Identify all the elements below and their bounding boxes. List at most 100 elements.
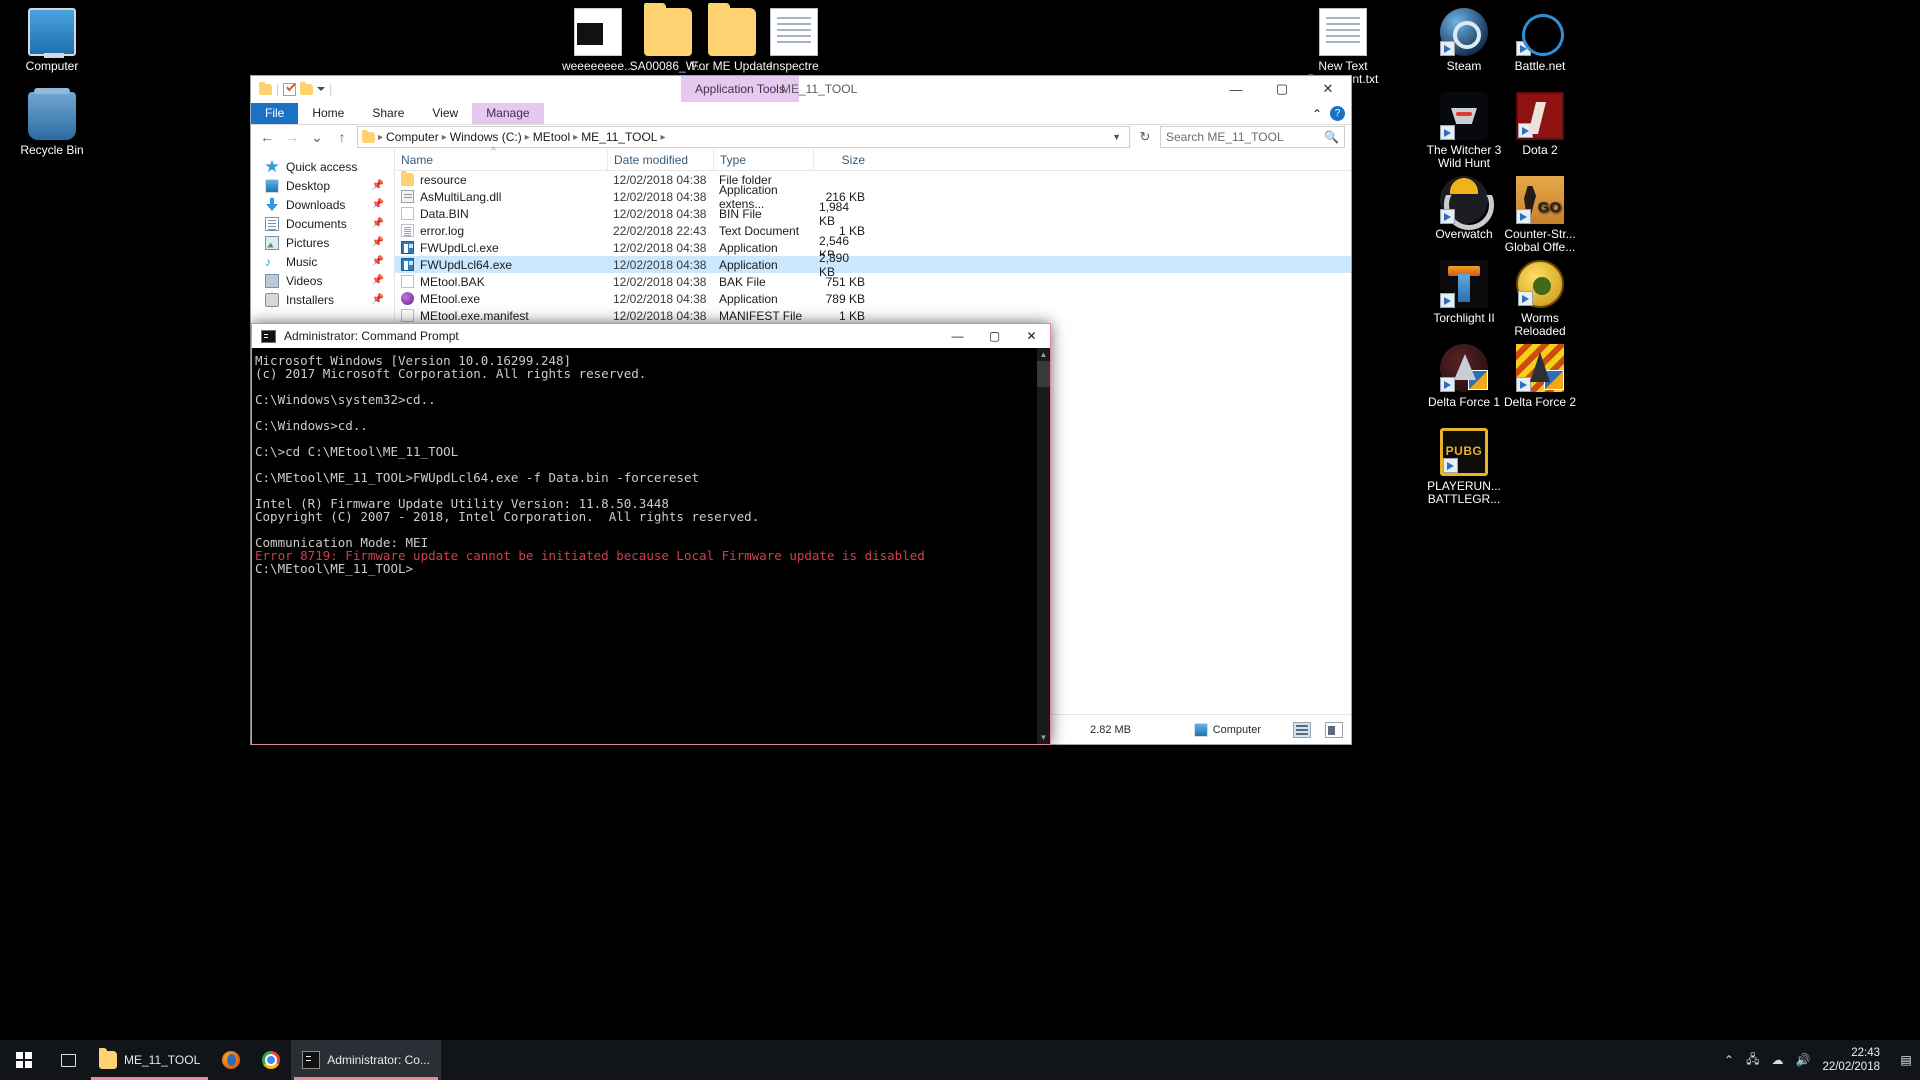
maximize-button[interactable]: ▢ [1259,76,1305,102]
help-icon[interactable]: ? [1330,106,1345,121]
file-name-cell: FWUpdLcl.exe [395,241,607,255]
network-icon[interactable]: 🖧 [1746,1050,1759,1071]
search-icon[interactable]: 🔍 [1324,130,1339,144]
maximize-button[interactable]: ▢ [976,324,1013,348]
column-header-type[interactable]: Type [713,149,813,170]
sidebar-item-pictures[interactable]: Pictures 📌 [251,233,394,252]
column-header-date[interactable]: Date modified [607,149,713,170]
ribbon-tab-share[interactable]: Share [358,103,418,124]
table-row[interactable]: resource 12/02/2018 04:38 File folder [395,171,1351,188]
clock[interactable]: 22:43 22/02/2018 [1822,1046,1886,1074]
ribbon-right-controls[interactable]: ⌃? [1312,106,1345,121]
taskbar-item-administrator-co[interactable]: Administrator: Co... [291,1040,441,1080]
taskbar-item-me-11-tool[interactable]: ME_11_TOOL [88,1040,211,1080]
desktop-icon-label: Dota 2 [1522,143,1558,157]
chevron-down-icon[interactable] [317,87,326,91]
windows-start-icon[interactable] [0,1040,48,1080]
desktop-icon-dota2-icon[interactable]: Dota 2 [1494,92,1586,157]
checkbox-icon[interactable] [283,82,297,96]
back-button[interactable]: ← [257,129,277,145]
computer-icon [1193,722,1208,737]
close-button[interactable]: ✕ [1305,76,1351,102]
console-output[interactable]: Microsoft Windows [Version 10.0.16299.24… [252,348,1037,744]
large-icons-view-icon[interactable] [1325,721,1343,738]
cmd-window-controls[interactable]: — ▢ ✕ [939,324,1050,348]
desktop-icon-delta-force-2-icon[interactable]: Delta Force 2 [1494,344,1586,409]
desktop-icon-computer-icon[interactable]: Computer [6,8,98,73]
folder-icon[interactable] [259,81,272,95]
refresh-icon[interactable]: ↻ [1135,128,1155,146]
new-folder-icon[interactable] [300,81,314,95]
column-headers[interactable]: Name ^ Date modified Type Size [395,146,1351,171]
sidebar-item-desktop[interactable]: Desktop 📌 [251,176,394,195]
desktop-icon-pubg-icon[interactable]: PLAYERUN... BATTLEGR... [1418,428,1510,506]
ribbon-tab-manage[interactable]: Manage [472,103,544,124]
desktop-icon-recycle-bin-icon[interactable]: Recycle Bin [6,88,98,157]
desktop-icon-app-icon[interactable]: Inspectre [748,8,840,73]
address-dropdown-icon[interactable]: ▼ [1112,132,1125,142]
file-date-cell: 12/02/2018 04:38 [613,172,707,187]
sidebar-item-installers[interactable]: Installers 📌 [251,290,394,309]
breadcrumb-item[interactable]: ME_11_TOOL [581,130,657,144]
table-row[interactable]: Data.BIN 12/02/2018 04:38 BIN File 1,984 KB [395,200,1351,228]
taskbar-item-firefox-icon[interactable] [211,1040,251,1080]
scroll-up-icon[interactable]: ▲ [1037,348,1050,361]
taskbar[interactable]: ME_11_TOOL Administrator: Co... ⌃ 🖧 ☁ 🔊 22:43 2… [0,1040,1920,1080]
forward-button[interactable]: → [282,129,302,145]
up-button[interactable]: ↑ [332,129,352,145]
ribbon-tab-file[interactable]: File [251,103,299,124]
sidebar-item-documents[interactable]: Documents 📌 [251,214,394,233]
task-view-icon[interactable] [48,1040,88,1080]
desktop-icon-worms-icon[interactable]: Worms Reloaded [1494,260,1586,338]
breadcrumb[interactable]: ▸ Computer ▸ Windows (C:) ▸ MEtool ▸ ME_11_TOOL… [357,126,1130,148]
breadcrumb-item[interactable]: Computer [386,130,439,144]
details-view-icon[interactable] [1293,721,1311,738]
scrollbar-thumb[interactable] [1037,361,1050,387]
table-row[interactable]: MEtool.exe 12/02/2018 04:38 Application 789… [395,290,1351,307]
action-center-icon[interactable]: ▤ [1898,1047,1914,1073]
console-text-after: C:\MEtool\ME_11_TOOL> [255,561,414,576]
desktop-icon-battlenet-icon[interactable]: Battle.net [1494,8,1586,73]
volume-icon[interactable]: 🔊 [1795,1053,1810,1067]
column-header-size[interactable]: Size [813,149,873,170]
shortcut-arrow-icon [1516,41,1531,56]
ribbon-tabs[interactable]: File Home Share View Manage ⌃? [251,102,1351,125]
sidebar-item-videos[interactable]: Videos 📌 [251,271,394,290]
minimize-button[interactable]: — [1213,76,1259,102]
overwatch-icon [1440,176,1488,224]
taskbar-item-chrome-icon[interactable] [251,1040,291,1080]
desktop-icon-csgo-icon[interactable]: Counter-Str... Global Offe... [1494,176,1586,254]
sidebar-item-quick-access[interactable]: Quick access [251,157,394,176]
table-row[interactable]: MEtool.exe.manifest 12/02/2018 04:38 MANIF… [395,307,1351,324]
ribbon-tab-home[interactable]: Home [298,103,358,124]
address-bar[interactable]: ← → ⌄ ↑ ▸ Computer ▸ Windows (C:) ▸ MEtool ▸ ME_11_… [251,125,1351,149]
command-prompt-window[interactable]: Administrator: Command Prompt — ▢ ✕ Microsof… [251,323,1051,745]
console-scrollbar[interactable]: ▲ ▼ [1037,348,1050,744]
breadcrumb-item[interactable]: MEtool [533,130,570,144]
table-row[interactable]: MEtool.BAK 12/02/2018 04:38 BAK File 751 KB [395,273,1351,290]
view-buttons[interactable] [1293,721,1343,738]
ribbon-tab-view[interactable]: View [418,103,472,124]
column-header-name[interactable]: Name ^ [395,146,607,170]
show-hidden-icons-chevron[interactable]: ⌃ [1724,1053,1734,1067]
table-row[interactable]: FWUpdLcl64.exe 12/02/2018 04:38 Applicatio… [395,251,1351,279]
explorer-titlebar[interactable]: | | Application Tools ME_11_TOOL — ▢ ✕ [251,76,1351,102]
window-controls[interactable]: — ▢ ✕ [1213,76,1351,102]
collapse-ribbon-icon[interactable]: ⌃ [1312,107,1322,121]
sidebar-item-downloads[interactable]: Downloads 📌 [251,195,394,214]
battlenet-icon [1516,8,1564,56]
cmd-titlebar[interactable]: Administrator: Command Prompt — ▢ ✕ [252,324,1050,348]
minimize-button[interactable]: — [939,324,976,348]
quick-access-toolbar[interactable]: | | [251,81,332,96]
scroll-down-icon[interactable]: ▼ [1037,731,1050,744]
table-row[interactable]: error.log 22/02/2018 22:43 Text Document 1 … [395,222,1351,239]
close-button[interactable]: ✕ [1013,324,1050,348]
table-row[interactable]: FWUpdLcl.exe 12/02/2018 04:38 Application 2… [395,234,1351,262]
system-tray[interactable]: ⌃ 🖧 ☁ 🔊 22:43 22/02/2018 ▤ [1724,1046,1920,1074]
search-input[interactable]: Search ME_11_TOOL 🔍 [1160,126,1345,148]
breadcrumb-item[interactable]: Windows (C:) [450,130,522,144]
onedrive-icon[interactable]: ☁ [1771,1053,1783,1067]
recent-locations-button[interactable]: ⌄ [307,129,327,146]
table-row[interactable]: AsMultiLang.dll 12/02/2018 04:38 Applicati… [395,183,1351,211]
sidebar-item-music[interactable]: ♪ Music 📌 [251,252,394,271]
